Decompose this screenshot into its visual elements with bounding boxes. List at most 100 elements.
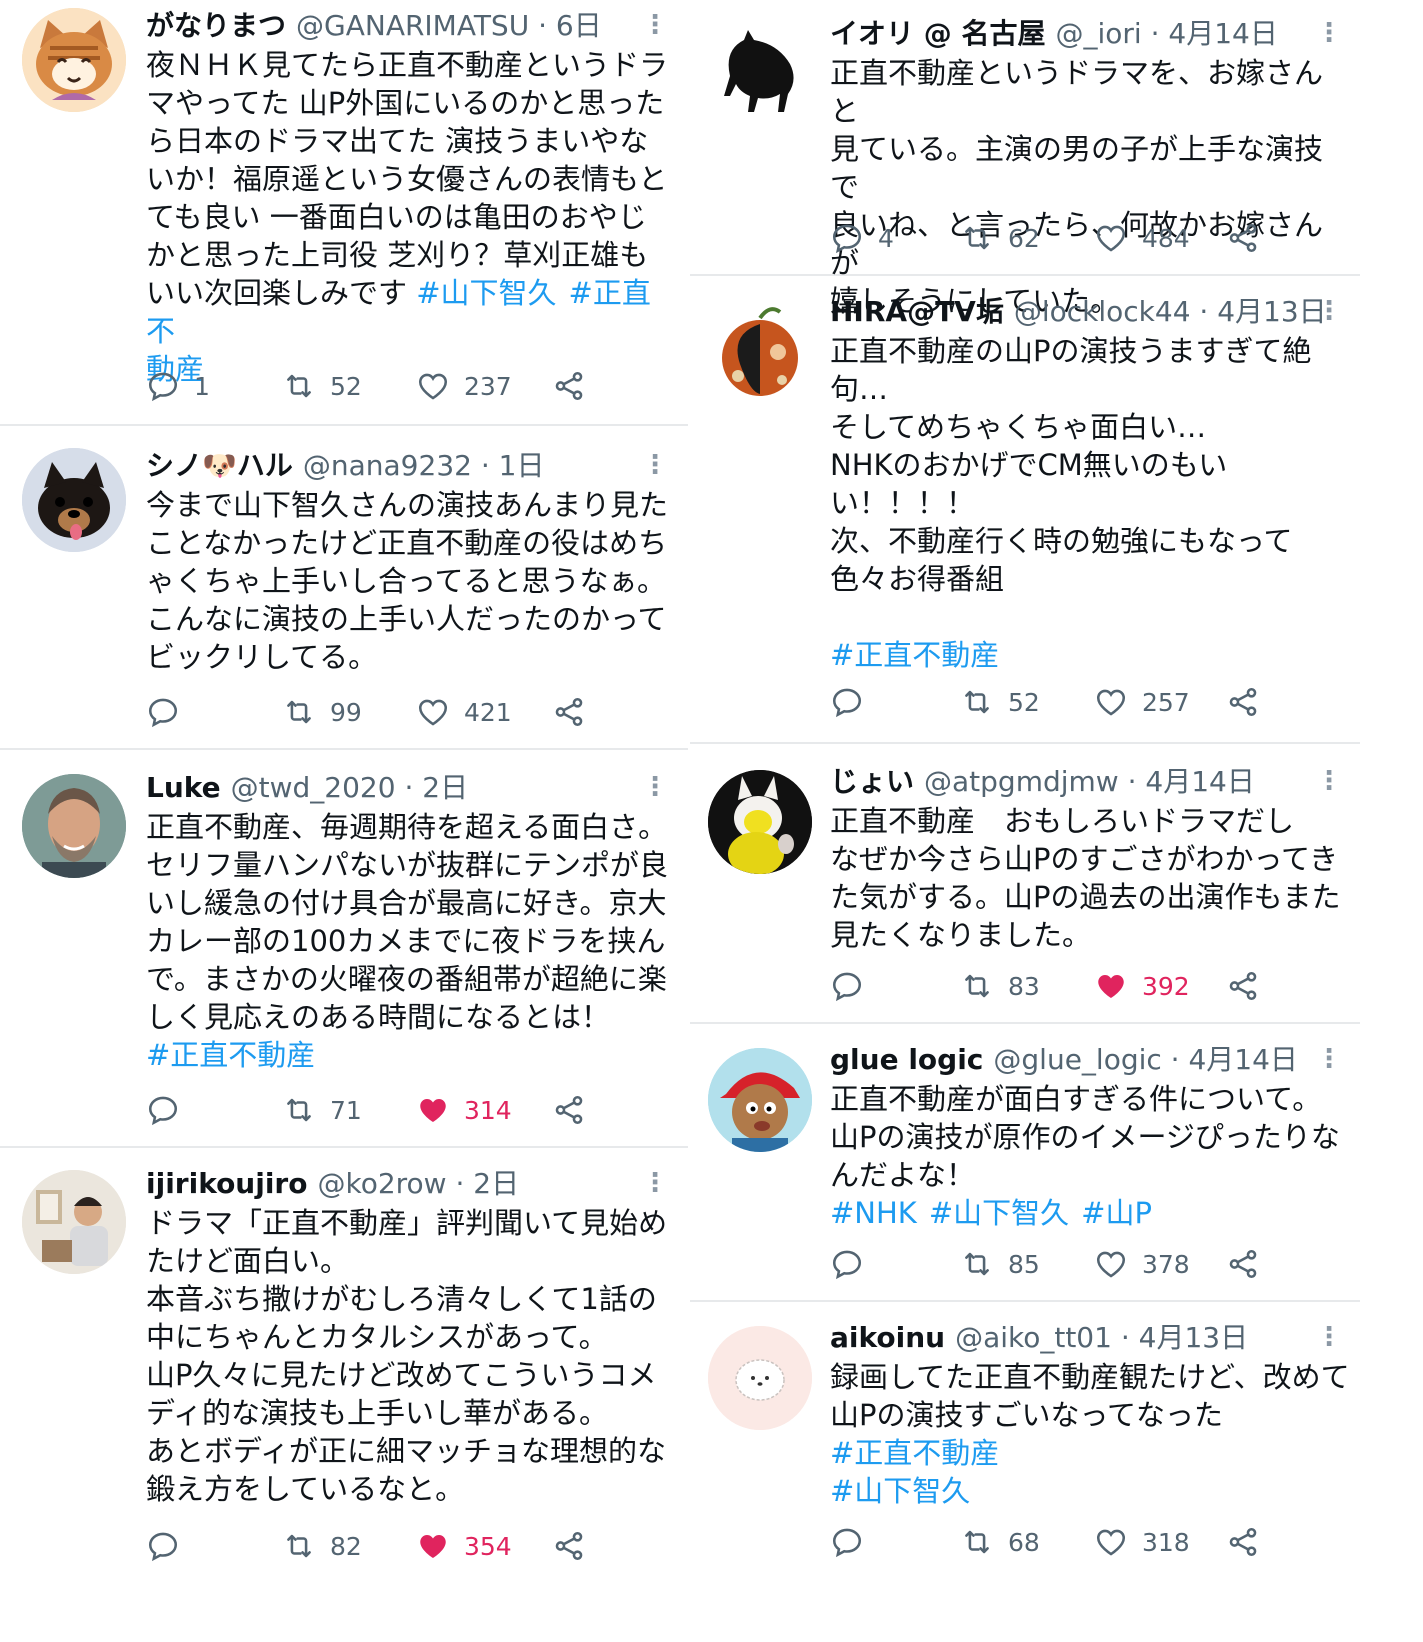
timestamp[interactable]: 4月14日 xyxy=(1188,1043,1297,1076)
tweet-card[interactable]: イオリ @ 名古屋 @_iori · 4月14日 ⋮ 正直不動産というドラマを、お… xyxy=(690,0,1360,318)
tweet-card[interactable]: Luke @twd_2020 · 2日 ⋮ 正直不動産、毎週期待を超える面白さ。 … xyxy=(0,750,688,1148)
share-button[interactable] xyxy=(1226,1522,1274,1562)
avatar-cat-illustration[interactable] xyxy=(22,8,126,112)
retweet-button[interactable]: 99 xyxy=(282,692,362,732)
timestamp[interactable]: 4月14日 xyxy=(1168,17,1277,50)
display-name[interactable]: じょい xyxy=(830,765,914,798)
share-button[interactable] xyxy=(552,1526,600,1566)
handle[interactable]: @aiko_tt01 xyxy=(955,1321,1112,1354)
display-name[interactable]: イオリ @ 名古屋 xyxy=(830,17,1046,50)
share-button[interactable] xyxy=(1226,1244,1274,1284)
like-button[interactable]: 318 xyxy=(1094,1522,1190,1562)
retweet-button[interactable]: 52 xyxy=(960,682,1040,722)
display-name[interactable]: HIRA@TV垢 xyxy=(830,295,1004,328)
tweet-card[interactable]: aikoinu @aiko_tt01 · 4月13日 ⋮ 録画してた正直不動産観た… xyxy=(690,1302,1360,1642)
hashtag-link[interactable]: #山P xyxy=(1081,1196,1152,1230)
reply-button[interactable] xyxy=(830,682,878,722)
share-button[interactable] xyxy=(1226,218,1274,258)
more-vertical-icon[interactable]: ⋮ xyxy=(642,774,668,800)
like-button[interactable]: 257 xyxy=(1094,682,1190,722)
reply-button[interactable]: 1 xyxy=(146,366,210,406)
share-button[interactable] xyxy=(1226,966,1274,1006)
like-button[interactable]: 378 xyxy=(1094,1244,1190,1284)
avatar-white-fluffy-dog-illustration[interactable] xyxy=(708,1326,812,1430)
hashtag-link[interactable]: #正直不動産 xyxy=(146,1038,315,1072)
handle[interactable]: @_iori xyxy=(1056,17,1142,50)
retweet-button[interactable]: 62 xyxy=(960,218,1040,258)
retweet-button[interactable]: 82 xyxy=(282,1526,362,1566)
hashtag-link[interactable]: #正直不動産 xyxy=(830,1436,999,1470)
reply-button[interactable]: 4 xyxy=(830,218,894,258)
hashtag-link[interactable]: #山下智久 xyxy=(830,1474,970,1508)
timestamp[interactable]: 4月13日 xyxy=(1139,1321,1248,1354)
reply-button[interactable] xyxy=(146,692,194,732)
timestamp[interactable]: 4月13日 xyxy=(1217,295,1326,328)
display-name[interactable]: シノ🐶ハル xyxy=(146,449,293,482)
tweet-card[interactable]: シノ🐶ハル @nana9232 · 1日 ⋮ 今まで山下智久さんの演技あんまり見た… xyxy=(0,426,688,750)
avatar-cartoon-boy-illustration[interactable] xyxy=(708,1048,812,1152)
more-vertical-icon[interactable]: ⋮ xyxy=(642,452,668,478)
more-vertical-icon[interactable]: ⋮ xyxy=(1316,20,1342,46)
like-button-active[interactable]: 354 xyxy=(416,1526,512,1566)
tweet-card[interactable]: ijirikoujiro @ko2row · 2日 ⋮ ドラマ「正直不動産」評判聞… xyxy=(0,1148,688,1642)
display-name[interactable]: Luke xyxy=(146,771,221,804)
heart-icon xyxy=(418,373,448,400)
tweet-card[interactable]: glue logic @glue_logic · 4月14日 ⋮ 正直不動産が面白… xyxy=(690,1024,1360,1302)
tweet-card[interactable]: HIRA@TV垢 @locklock44 · 4月13日 ⋮ 正直不動産の山Pの演… xyxy=(690,276,1360,744)
display-name[interactable]: aikoinu xyxy=(830,1321,945,1354)
retweet-button[interactable]: 52 xyxy=(282,366,362,406)
timestamp[interactable]: 4月14日 xyxy=(1145,765,1254,798)
share-button[interactable] xyxy=(1226,682,1274,722)
more-vertical-icon[interactable]: ⋮ xyxy=(1316,1324,1342,1350)
like-button[interactable]: 237 xyxy=(416,366,512,406)
handle[interactable]: @locklock44 xyxy=(1014,295,1191,328)
display-name[interactable]: ijirikoujiro xyxy=(146,1167,307,1200)
avatar-dog-photo[interactable] xyxy=(22,448,126,552)
timestamp[interactable]: 6日 xyxy=(556,9,602,42)
tweet-card[interactable]: がなりまつ @GANARIMATSU · 6日 ⋮ 夜ＮＨＫ見てたら正直不動産とい… xyxy=(0,0,688,426)
reply-button[interactable] xyxy=(830,1244,878,1284)
reply-button[interactable] xyxy=(830,966,878,1006)
more-vertical-icon[interactable]: ⋮ xyxy=(642,12,668,38)
reply-button[interactable] xyxy=(146,1526,194,1566)
avatar-person-studio-photo[interactable] xyxy=(22,1170,126,1274)
tweet-card[interactable]: じょい @atpgmdjmw · 4月14日 ⋮ 正直不動産 おもしろいドラマだし… xyxy=(690,744,1360,1024)
retweet-button[interactable]: 71 xyxy=(282,1090,362,1130)
timestamp[interactable]: 2日 xyxy=(422,771,468,804)
share-button[interactable] xyxy=(552,1090,600,1130)
like-button-active[interactable]: 392 xyxy=(1094,966,1190,1006)
hashtag-link[interactable]: #NHK xyxy=(830,1196,917,1230)
reply-button[interactable] xyxy=(830,1522,878,1562)
retweet-button[interactable]: 85 xyxy=(960,1244,1040,1284)
handle[interactable]: @glue_logic xyxy=(993,1043,1161,1076)
timestamp[interactable]: 1日 xyxy=(499,449,545,482)
timestamp[interactable]: 2日 xyxy=(473,1167,519,1200)
retweet-button[interactable]: 83 xyxy=(960,966,1040,1006)
hashtag-link[interactable]: #正直不動産 xyxy=(830,638,999,672)
more-vertical-icon[interactable]: ⋮ xyxy=(1316,1046,1342,1072)
retweet-button[interactable]: 68 xyxy=(960,1522,1040,1562)
avatar-person-photo[interactable] xyxy=(22,774,126,878)
like-button[interactable]: 484 xyxy=(1094,218,1190,258)
hashtag-link[interactable]: #山下智久 xyxy=(416,276,556,310)
share-button[interactable] xyxy=(552,692,600,732)
like-button-active[interactable]: 314 xyxy=(416,1090,512,1130)
tweet-text: 録画してた正直不動産観たけど、改めて 山Pの演技すごいなってなった #正直不動産… xyxy=(830,1358,1350,1510)
avatar-yellow-mascot-photo[interactable] xyxy=(708,770,812,874)
avatar-apple-illustration[interactable] xyxy=(708,300,812,404)
hashtag-link[interactable]: #山下智久 xyxy=(929,1196,1069,1230)
more-vertical-icon[interactable]: ⋮ xyxy=(1316,768,1342,794)
reply-button[interactable] xyxy=(146,1090,194,1130)
handle[interactable]: @ko2row xyxy=(317,1167,446,1200)
avatar-black-cat-illustration[interactable] xyxy=(708,18,812,122)
share-button[interactable] xyxy=(552,366,600,406)
display-name[interactable]: がなりまつ xyxy=(146,9,286,42)
handle[interactable]: @twd_2020 xyxy=(231,771,396,804)
more-vertical-icon[interactable]: ⋮ xyxy=(1316,298,1342,324)
handle[interactable]: @atpgmdjmw xyxy=(924,765,1119,798)
like-button[interactable]: 421 xyxy=(416,692,512,732)
handle[interactable]: @nana9232 xyxy=(303,449,472,482)
more-vertical-icon[interactable]: ⋮ xyxy=(642,1170,668,1196)
display-name[interactable]: glue logic xyxy=(830,1043,983,1076)
handle[interactable]: @GANARIMATSU xyxy=(296,9,529,42)
